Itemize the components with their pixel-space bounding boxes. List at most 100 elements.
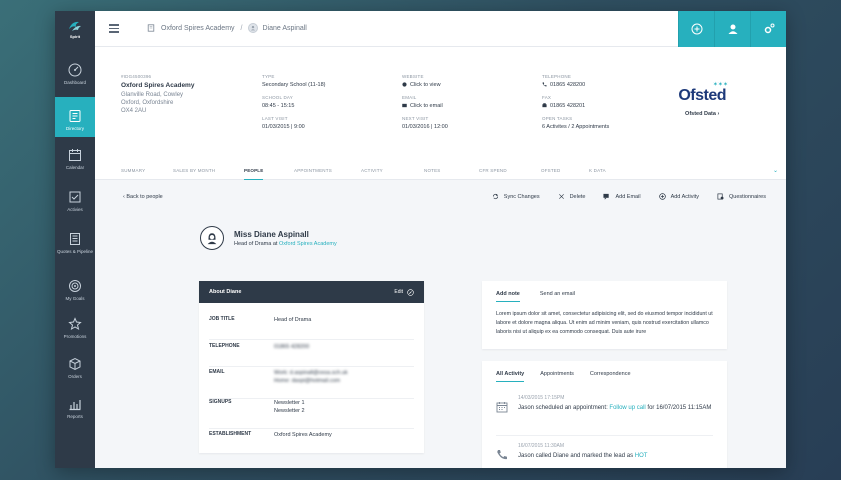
sidebar: Spirit Dashboard Directory Calendar Acti… <box>55 11 95 468</box>
activity-lead-status[interactable]: HOT <box>635 453 648 459</box>
establishment-label: ESTABLISHMENT <box>209 431 252 437</box>
about-row-job-title: JOB TITLE Head of Drama <box>209 316 414 340</box>
website-value: Click to view <box>410 82 441 88</box>
sync-changes-button[interactable]: Sync Changes <box>492 193 540 200</box>
sidebar-item-quotes[interactable]: Quotes & Pipeline <box>55 232 95 266</box>
sync-icon <box>492 193 498 200</box>
tab-send-email[interactable]: Send an email <box>540 291 575 297</box>
activity-time: 14/03/2015 17:15PM <box>518 395 565 401</box>
questionnaires-label: Questionnaires <box>729 193 766 200</box>
tab-add-note[interactable]: Add note <box>496 291 520 302</box>
about-header: About Diane Edit <box>199 281 424 303</box>
fax-value: 01865 428201 <box>550 103 586 109</box>
building-icon <box>147 24 155 32</box>
sidebar-item-activities[interactable]: Activies <box>55 190 95 220</box>
tab-appointments[interactable]: Appointments <box>540 371 574 377</box>
sidebar-item-label: Dashboard <box>63 80 86 85</box>
add-email-button[interactable]: Add Email <box>603 193 641 200</box>
telephone-row[interactable]: 01865 428200 <box>542 82 609 88</box>
activities-icon <box>69 191 81 203</box>
signups-label: SIGNUPS <box>209 399 232 405</box>
sidebar-item-label: Calendar <box>65 165 85 170</box>
divider <box>496 435 713 436</box>
tab-appointments[interactable]: APPOINTMENTS <box>294 168 332 173</box>
ofsted-panel[interactable]: ✶✶✶ Ofsted Ofsted Data › <box>678 82 728 117</box>
sidebar-item-calendar[interactable]: Calendar <box>55 148 95 178</box>
sidebar-item-label: Reports <box>67 414 83 419</box>
activity-item: 16/07/2015 11:30AM Jason called Diane an… <box>496 443 713 461</box>
questionnaires-button[interactable]: Questionnaires <box>717 193 766 200</box>
ofsted-data-link[interactable]: Ofsted Data › <box>678 111 726 117</box>
sidebar-item-directory[interactable]: Directory <box>55 97 95 137</box>
note-textarea[interactable]: Lorem ipsum dolor sit amet, consectetur … <box>496 310 713 337</box>
tab-ofsted[interactable]: OFSTED <box>541 168 560 173</box>
nextvisit-label: NEXT VISIT <box>402 116 429 121</box>
person-role: Head of Drama at Oxford Spires Academy <box>234 241 337 247</box>
chevron-down-icon[interactable]: ⌄ <box>773 167 778 174</box>
breadcrumb-school-link[interactable]: Oxford Spires Academy <box>161 25 235 32</box>
calendar-icon <box>69 149 81 161</box>
school-contact-col: WEBSITE Click to view EMAIL Click to ema… <box>402 74 448 137</box>
tab-people[interactable]: PEOPLE <box>244 168 264 180</box>
person-school-link[interactable]: Oxford Spires Academy <box>279 241 337 247</box>
tab-k-data[interactable]: K DATA <box>589 168 606 173</box>
sidebar-item-label: My Goals <box>65 296 85 301</box>
school-address-2: Oxford, Oxfordshire <box>121 100 174 106</box>
delete-label: Delete <box>569 193 586 200</box>
tab-notes[interactable]: NOTES <box>424 168 441 173</box>
job-title-label: JOB TITLE <box>209 316 235 322</box>
dashboard-icon <box>68 63 82 77</box>
sync-changes-label: Sync Changes <box>503 193 540 200</box>
school-info: #IDG4500396 Oxford Spires Academy Glanvi… <box>95 47 786 162</box>
goals-icon <box>69 280 81 292</box>
tab-cfr-spend[interactable]: CFR SPEND <box>479 168 507 173</box>
sidebar-item-promotions[interactable]: Promotions <box>55 317 95 347</box>
plus-circle-icon <box>658 193 666 200</box>
email-home[interactable]: Home: daspi@hotmail.com <box>274 378 340 384</box>
school-address-1: Glanville Road, Cowley <box>121 92 184 98</box>
person-avatar <box>200 226 224 250</box>
envelope-icon <box>402 103 407 108</box>
email-values: Work: d.aspinall@oxsa.sch.uk Home: daspi… <box>274 369 348 398</box>
topbar: Oxford Spires Academy / Diane Aspinall <box>95 11 786 47</box>
add-button[interactable] <box>678 11 714 47</box>
email-label: EMAIL <box>209 369 225 375</box>
ofsted-stars-icon: ✶✶✶ <box>712 82 728 88</box>
section-tabs: SUMMARY SALES BY MONTH PEOPLE APPOINTMEN… <box>95 162 786 180</box>
sidebar-item-reports[interactable]: Reports <box>55 397 95 427</box>
settings-button[interactable] <box>750 11 786 47</box>
tab-correspondence[interactable]: Correspondence <box>590 371 631 377</box>
signup-1: Newsletter 1 <box>274 400 305 406</box>
tab-activity[interactable]: ACTIVITY <box>361 168 383 173</box>
sidebar-item-dashboard[interactable]: Dashboard <box>55 63 95 93</box>
fax-row: 01865 428201 <box>542 103 609 109</box>
opentasks-value: 6 Activites / 2 Appointments <box>542 124 610 130</box>
breadcrumb: Oxford Spires Academy / Diane Aspinall <box>147 23 307 33</box>
user-button[interactable] <box>714 11 750 47</box>
person-content: ‹ Back to people Sync Changes Delete Add… <box>95 180 786 468</box>
email-work[interactable]: Work: d.aspinall@oxsa.sch.uk <box>274 370 348 376</box>
about-row-telephone: TELEPHONE 01865 428200 <box>209 343 414 367</box>
tab-summary[interactable]: SUMMARY <box>121 168 145 173</box>
tab-all-activity[interactable]: All Activity <box>496 371 525 382</box>
sidebar-item-orders[interactable]: Orders <box>55 357 95 387</box>
edit-button[interactable]: Edit <box>394 288 414 296</box>
activity-text-post: for 16/07/2015 11:15AM <box>645 405 712 411</box>
activity-text: Jason scheduled an appointment: Follow u… <box>518 404 711 412</box>
hamburger-menu-icon[interactable] <box>109 24 119 33</box>
website-link[interactable]: Click to view <box>402 82 448 88</box>
back-to-people-link[interactable]: ‹ Back to people <box>123 194 163 200</box>
sidebar-item-label: Directory <box>65 126 84 131</box>
tab-sales-by-month[interactable]: SALES BY MONTH <box>173 168 215 173</box>
telephone-value: 01865 428200 <box>274 344 310 350</box>
activity-card: All Activity Appointments Correspondence… <box>482 361 727 468</box>
delete-button[interactable]: Delete <box>558 193 586 200</box>
quotes-icon <box>70 233 80 245</box>
sidebar-item-goals[interactable]: My Goals <box>55 279 95 309</box>
activity-link[interactable]: Follow up call <box>609 405 645 411</box>
edit-label: Edit <box>394 289 403 295</box>
school-id: #IDG4500396 <box>121 74 152 79</box>
email-link[interactable]: Click to email <box>402 103 448 109</box>
app-logo[interactable]: Spirit <box>55 11 95 47</box>
add-activity-button[interactable]: Add Activity <box>658 193 699 200</box>
